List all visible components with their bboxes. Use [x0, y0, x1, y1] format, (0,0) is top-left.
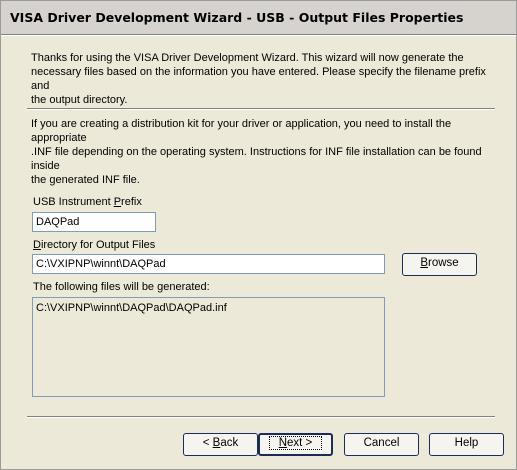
directory-label: Directory for Output Files: [33, 239, 156, 251]
wizard-header: VISA Driver Development Wizard - USB - O…: [1, 1, 516, 34]
browse-button[interactable]: Browse: [402, 253, 477, 276]
files-list-label: The following files will be generated:: [33, 281, 210, 293]
next-button[interactable]: Next >: [258, 433, 333, 456]
wizard-dialog: VISA Driver Development Wizard - USB - O…: [0, 0, 517, 470]
list-item: C:\VXIPNP\winnt\DAQPad\DAQPad.inf: [36, 302, 227, 314]
back-button[interactable]: < Back: [183, 433, 258, 456]
focus-rectangle: Next >: [268, 436, 323, 450]
inf-instructions-paragraph: If you are creating a distribution kit f…: [31, 118, 482, 186]
cancel-button[interactable]: Cancel: [344, 433, 419, 456]
header-separator-highlight: [1, 35, 516, 36]
section-divider-highlight: [27, 109, 495, 110]
help-button[interactable]: Help: [429, 433, 504, 456]
footer-divider-highlight: [27, 417, 495, 418]
prefix-label: USB Instrument Prefix: [33, 196, 142, 208]
wizard-title: VISA Driver Development Wizard - USB - O…: [10, 10, 464, 25]
directory-input[interactable]: C:\VXIPNP\winnt\DAQPad: [32, 254, 385, 274]
prefix-input[interactable]: DAQPad: [32, 212, 156, 232]
intro-paragraph: Thanks for using the VISA Driver Develop…: [31, 52, 486, 106]
generated-files-list[interactable]: C:\VXIPNP\winnt\DAQPad\DAQPad.inf: [32, 297, 385, 397]
